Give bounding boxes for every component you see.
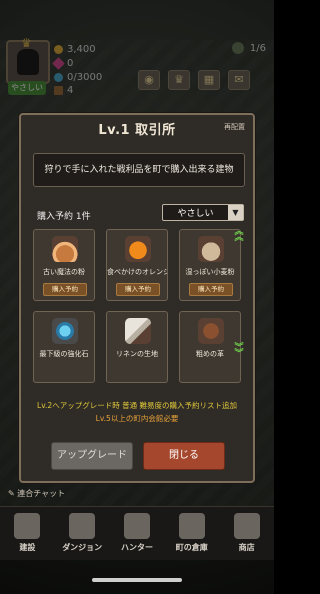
nav-label: ハンター — [120, 543, 153, 552]
hunter-icon — [123, 513, 150, 539]
reserve-button[interactable]: 購入予約 — [43, 283, 87, 296]
item-grid: 古い魔法の粉 購入予約 食べかけのオレンジ 購入予約 湿っぽい小麦粉 購入予約 … — [33, 228, 246, 385]
reserve-button[interactable]: 購入予約 — [189, 283, 233, 296]
item-card[interactable]: 最下級の強化石 — [33, 311, 95, 383]
difficulty-select[interactable]: やさしい ▼ — [162, 204, 244, 221]
nav-build[interactable]: 建設 — [0, 507, 55, 560]
difficulty-value: やさしい — [177, 209, 214, 219]
building-description: 狩りで手に入れた戦利品を町で購入出来る建物 — [33, 153, 245, 187]
nav-label: 町の倉庫 — [175, 543, 208, 552]
item-card[interactable]: リネンの生地 — [106, 311, 168, 383]
hammer-icon — [14, 513, 41, 539]
chat-label: 連合チャット — [17, 489, 66, 498]
shop-icon — [233, 513, 260, 539]
nav-warehouse[interactable]: 町の倉庫 — [164, 507, 219, 560]
scroll-up-icon[interactable]: ︽ ︽ — [232, 228, 246, 243]
relocate-button[interactable]: 再配置 — [224, 122, 245, 132]
nav-dungeon[interactable]: ダンジョン — [55, 507, 110, 560]
nav-label: ダンジョン — [62, 543, 103, 552]
upgrade-button[interactable]: アップグレード — [51, 442, 133, 470]
orange-icon — [125, 236, 151, 262]
warehouse-icon — [178, 513, 205, 539]
nav-label: 商店 — [238, 543, 255, 552]
dialog-title: Lv.1 取引所 — [98, 123, 176, 138]
nav-hunter[interactable]: ハンター — [110, 507, 165, 560]
requirement-notice: Lv.5以上の町内会館必要 — [95, 414, 179, 423]
item-name: 湿っぽい小麦粉 — [185, 268, 235, 276]
flour-icon — [198, 236, 224, 262]
item-card[interactable]: 古い魔法の粉 購入予約 — [33, 229, 95, 301]
chat-icon: ✎ — [8, 489, 18, 498]
close-button[interactable]: 閉じる — [143, 442, 225, 470]
reservation-count: 購入予約 1件 — [37, 212, 91, 222]
item-name: リネンの生地 — [116, 350, 158, 358]
leather-icon — [198, 318, 224, 344]
home-indicator[interactable] — [92, 578, 182, 582]
reserve-button[interactable]: 購入予約 — [116, 283, 160, 296]
item-card[interactable]: 食べかけのオレンジ 購入予約 — [106, 229, 168, 301]
chevron-down-icon: ▼ — [228, 205, 243, 220]
powder-icon — [52, 236, 78, 262]
alliance-chat[interactable]: ✎ 連合チャット — [8, 488, 65, 499]
nav-label: 建設 — [19, 543, 36, 552]
nav-shop[interactable]: 商店 — [219, 507, 274, 560]
item-name: 粗めの革 — [196, 350, 224, 358]
upgrade-notice: Lv.2へアップグレード時 普通 難易度の購入予約リスト追加 — [37, 401, 237, 410]
item-name: 古い魔法の粉 — [43, 268, 85, 276]
bottom-nav: 建設 ダンジョン ハンター 町の倉庫 商店 — [0, 506, 274, 560]
scroll-down-icon[interactable]: ︾ ︾ — [232, 344, 246, 359]
dungeon-icon — [69, 513, 96, 539]
item-name: 最下級の強化石 — [39, 350, 89, 358]
item-name: 食べかけのオレンジ — [107, 268, 167, 276]
game-screen: やさしい 3,400 0 0/3000 4 1/6 ◉ ♛ ▦ ✉ Lv.1 取… — [0, 0, 274, 594]
stone-icon — [52, 318, 78, 344]
linen-icon — [125, 318, 151, 344]
exchange-dialog: Lv.1 取引所 再配置 狩りで手に入れた戦利品を町で購入出来る建物 購入予約 … — [19, 113, 255, 483]
